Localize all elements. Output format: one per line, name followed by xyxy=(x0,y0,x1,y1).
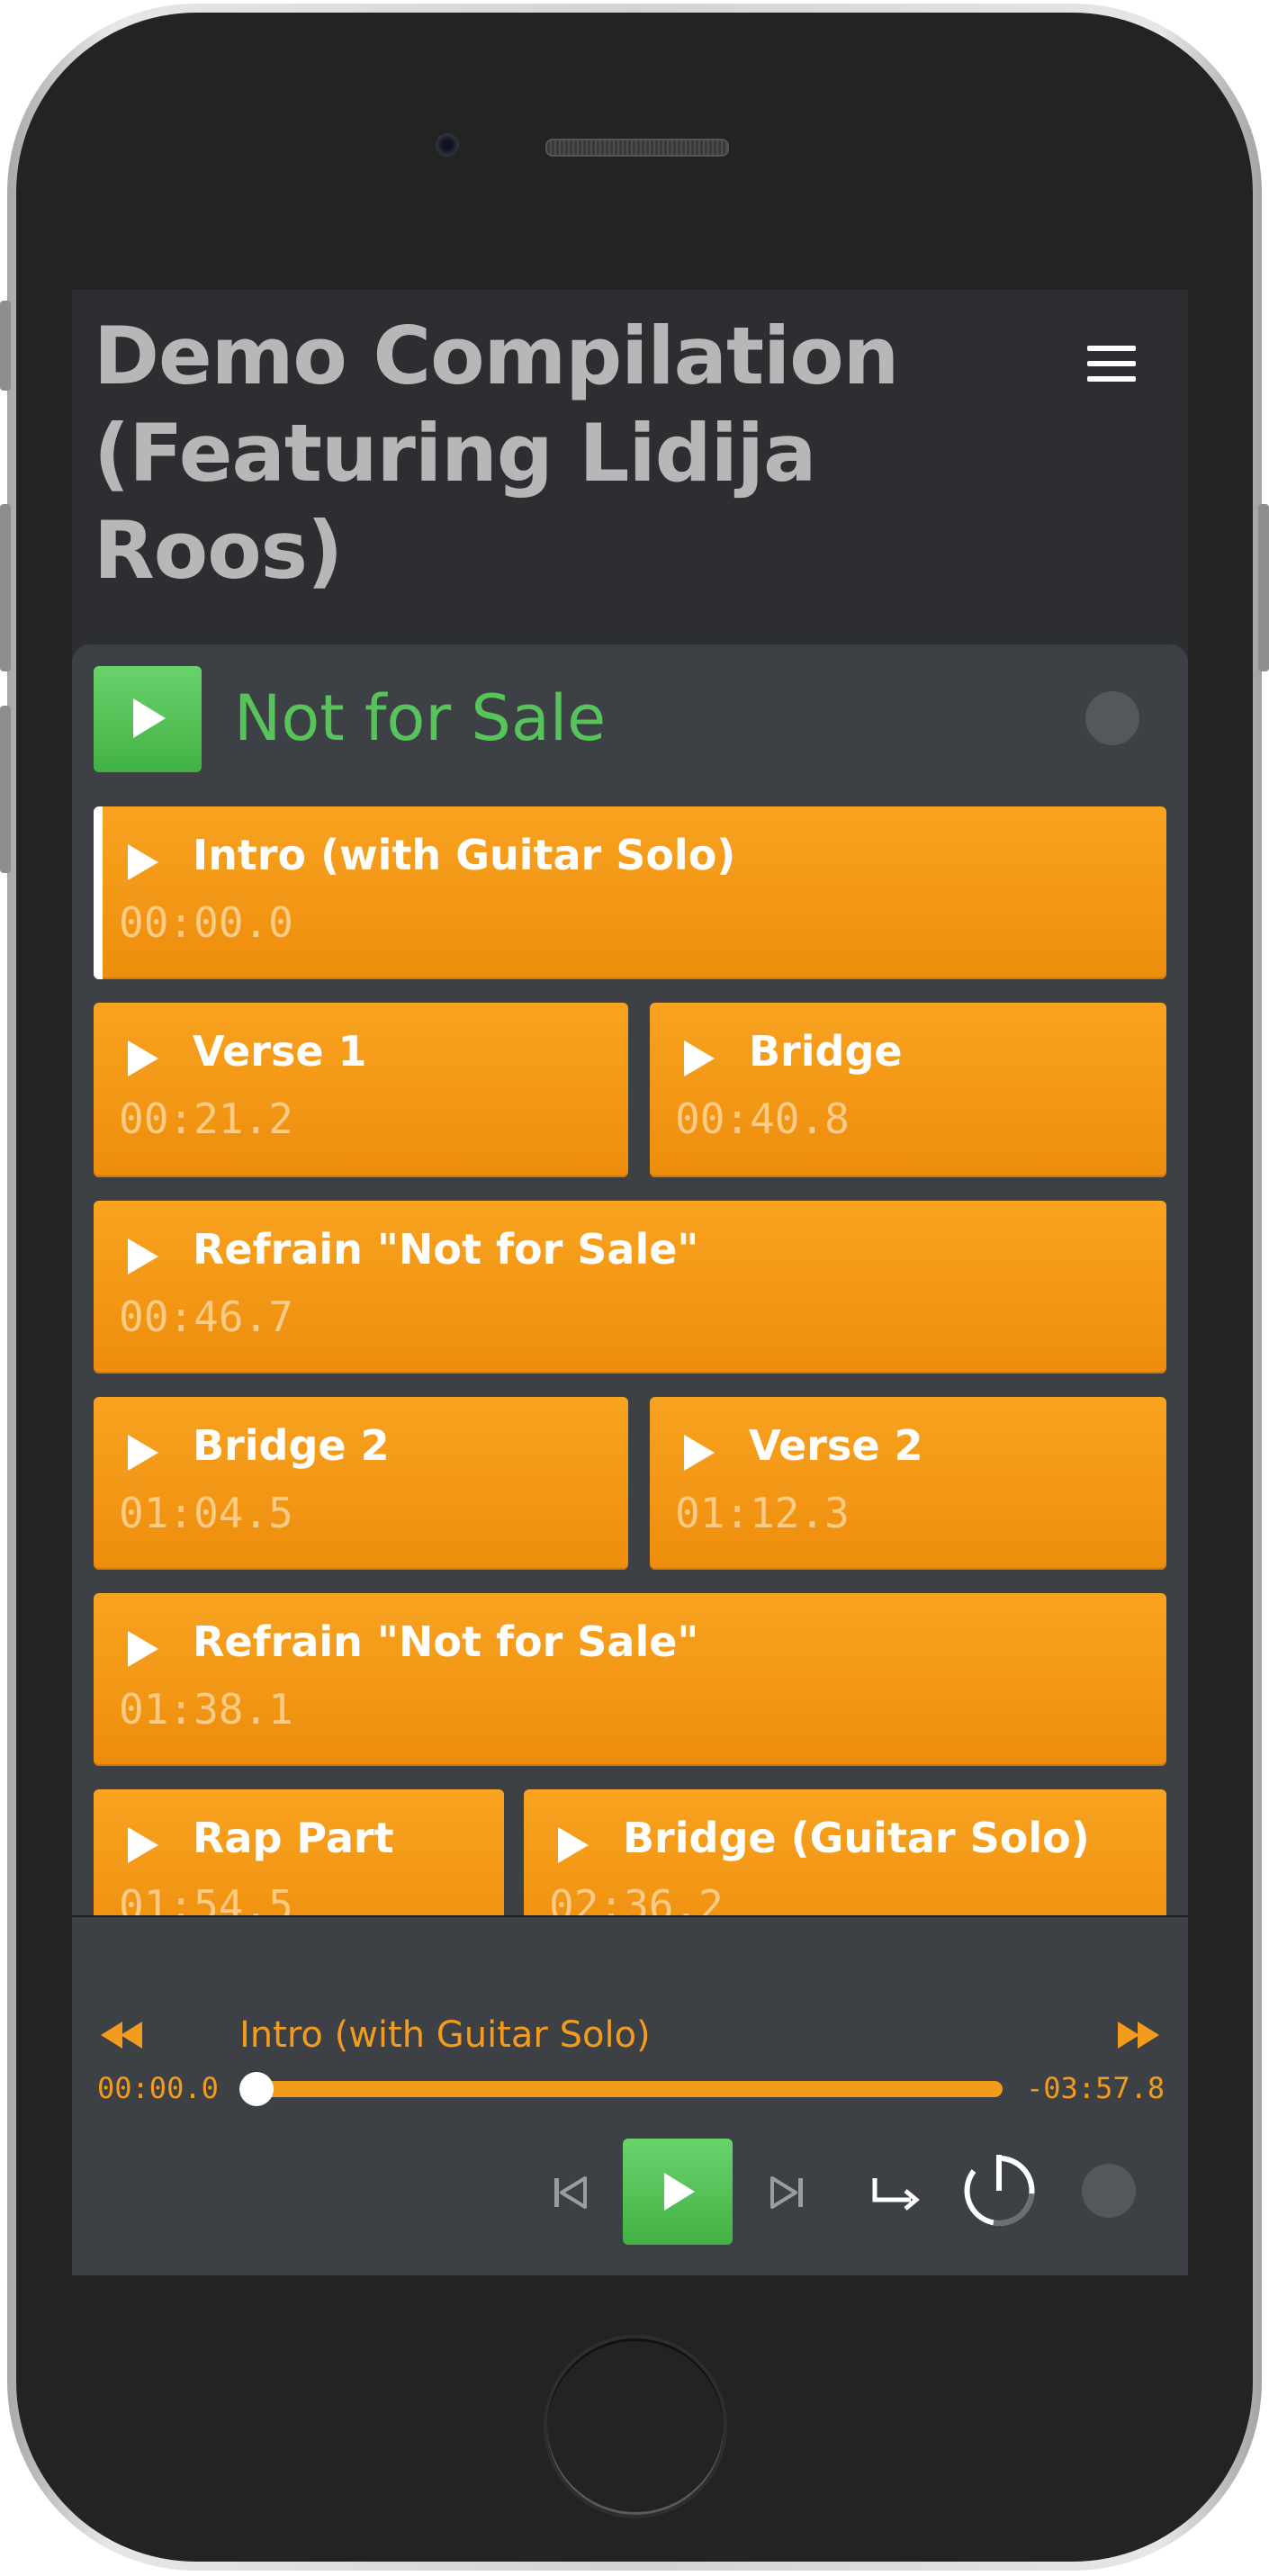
cue-button[interactable]: Intro (with Guitar Solo) 00:00.0 xyxy=(94,806,1166,979)
play-icon xyxy=(664,2173,695,2211)
cue-time: 01:38.1 xyxy=(119,1685,293,1734)
volume-up-button xyxy=(0,504,11,671)
next-track-icon[interactable] xyxy=(767,2173,806,2212)
cue-button[interactable]: Refrain "Not for Sale" 00:46.7 xyxy=(94,1201,1166,1374)
cue-button[interactable]: Rap Part 01:54.5 xyxy=(94,1789,504,1917)
cue-name: Rap Part xyxy=(193,1814,394,1862)
cue-name: Bridge (Guitar Solo) xyxy=(623,1814,1090,1862)
app-screen: Demo Compilation (Featuring Lidija Roos)… xyxy=(72,290,1188,2275)
cue-time: 02:36.2 xyxy=(549,1881,724,1917)
play-icon xyxy=(128,1040,158,1076)
play-icon xyxy=(128,1827,158,1863)
status-indicator xyxy=(1085,691,1139,745)
remaining-time: -03:57.8 xyxy=(1026,2071,1166,2105)
play-icon xyxy=(684,1040,715,1076)
play-icon xyxy=(684,1435,715,1471)
previous-track-icon[interactable] xyxy=(551,2173,590,2212)
player-status-indicator xyxy=(1082,2164,1136,2218)
volume-down-button xyxy=(0,706,11,873)
fast-forward-icon[interactable] xyxy=(1116,2022,1161,2050)
power-button xyxy=(1258,504,1269,671)
cue-name: Verse 1 xyxy=(193,1027,367,1076)
app-header: Demo Compilation (Featuring Lidija Roos) xyxy=(72,290,1188,646)
mute-switch xyxy=(0,301,11,391)
cue-button[interactable]: Verse 2 01:12.3 xyxy=(650,1397,1166,1570)
main-play-button[interactable] xyxy=(623,2139,733,2245)
cue-button[interactable]: Bridge (Guitar Solo) 02:36.2 xyxy=(524,1789,1166,1917)
cue-button[interactable]: Verse 1 00:21.2 xyxy=(94,1003,628,1177)
cue-name: Refrain "Not for Sale" xyxy=(193,1225,699,1274)
hamburger-menu-icon[interactable] xyxy=(1087,346,1136,382)
now-playing-title: Intro (with Guitar Solo) xyxy=(239,2014,651,2056)
cue-button[interactable]: Bridge 00:40.8 xyxy=(650,1003,1166,1177)
loop-icon[interactable] xyxy=(869,2169,923,2214)
track-header: Not for Sale xyxy=(72,644,1188,788)
rewind-icon[interactable] xyxy=(101,2022,146,2050)
page-title: Demo Compilation (Featuring Lidija Roos) xyxy=(94,310,899,597)
cue-button[interactable]: Refrain "Not for Sale" 01:38.1 xyxy=(94,1593,1166,1766)
cue-time: 01:04.5 xyxy=(119,1489,293,1537)
player-bar: Intro (with Guitar Solo) 00:00.0 -03:57.… xyxy=(72,1915,1188,2275)
play-icon xyxy=(128,1238,158,1274)
play-icon xyxy=(558,1827,589,1863)
cue-name: Verse 2 xyxy=(749,1421,923,1470)
fade-timer-icon[interactable] xyxy=(959,2151,1039,2230)
cue-time: 00:21.2 xyxy=(119,1094,293,1143)
cue-time: 00:40.8 xyxy=(675,1094,850,1143)
seek-bar[interactable] xyxy=(256,2081,1003,2097)
play-icon xyxy=(128,844,158,880)
cue-name: Intro (with Guitar Solo) xyxy=(193,831,736,879)
home-button[interactable] xyxy=(544,2335,727,2518)
cue-name: Bridge 2 xyxy=(193,1421,390,1470)
cue-time: 01:12.3 xyxy=(675,1489,850,1537)
cue-name: Refrain "Not for Sale" xyxy=(193,1617,699,1666)
cue-button[interactable]: Bridge 2 01:04.5 xyxy=(94,1397,628,1570)
cue-time: 01:54.5 xyxy=(119,1881,293,1917)
play-icon xyxy=(128,1631,158,1667)
earpiece-speaker xyxy=(545,139,729,157)
cue-time: 00:46.7 xyxy=(119,1293,293,1341)
cue-time: 00:00.0 xyxy=(119,898,293,947)
seek-handle[interactable] xyxy=(239,2072,274,2106)
front-camera xyxy=(436,133,459,157)
track-panel: Not for Sale Intro (with Guitar Solo) 00… xyxy=(72,644,1188,1917)
elapsed-time: 00:00.0 xyxy=(97,2071,219,2105)
play-icon xyxy=(133,698,166,738)
play-icon xyxy=(128,1435,158,1471)
track-title: Not for Sale xyxy=(234,681,607,755)
cue-name: Bridge xyxy=(749,1027,903,1076)
track-play-button[interactable] xyxy=(94,666,202,772)
